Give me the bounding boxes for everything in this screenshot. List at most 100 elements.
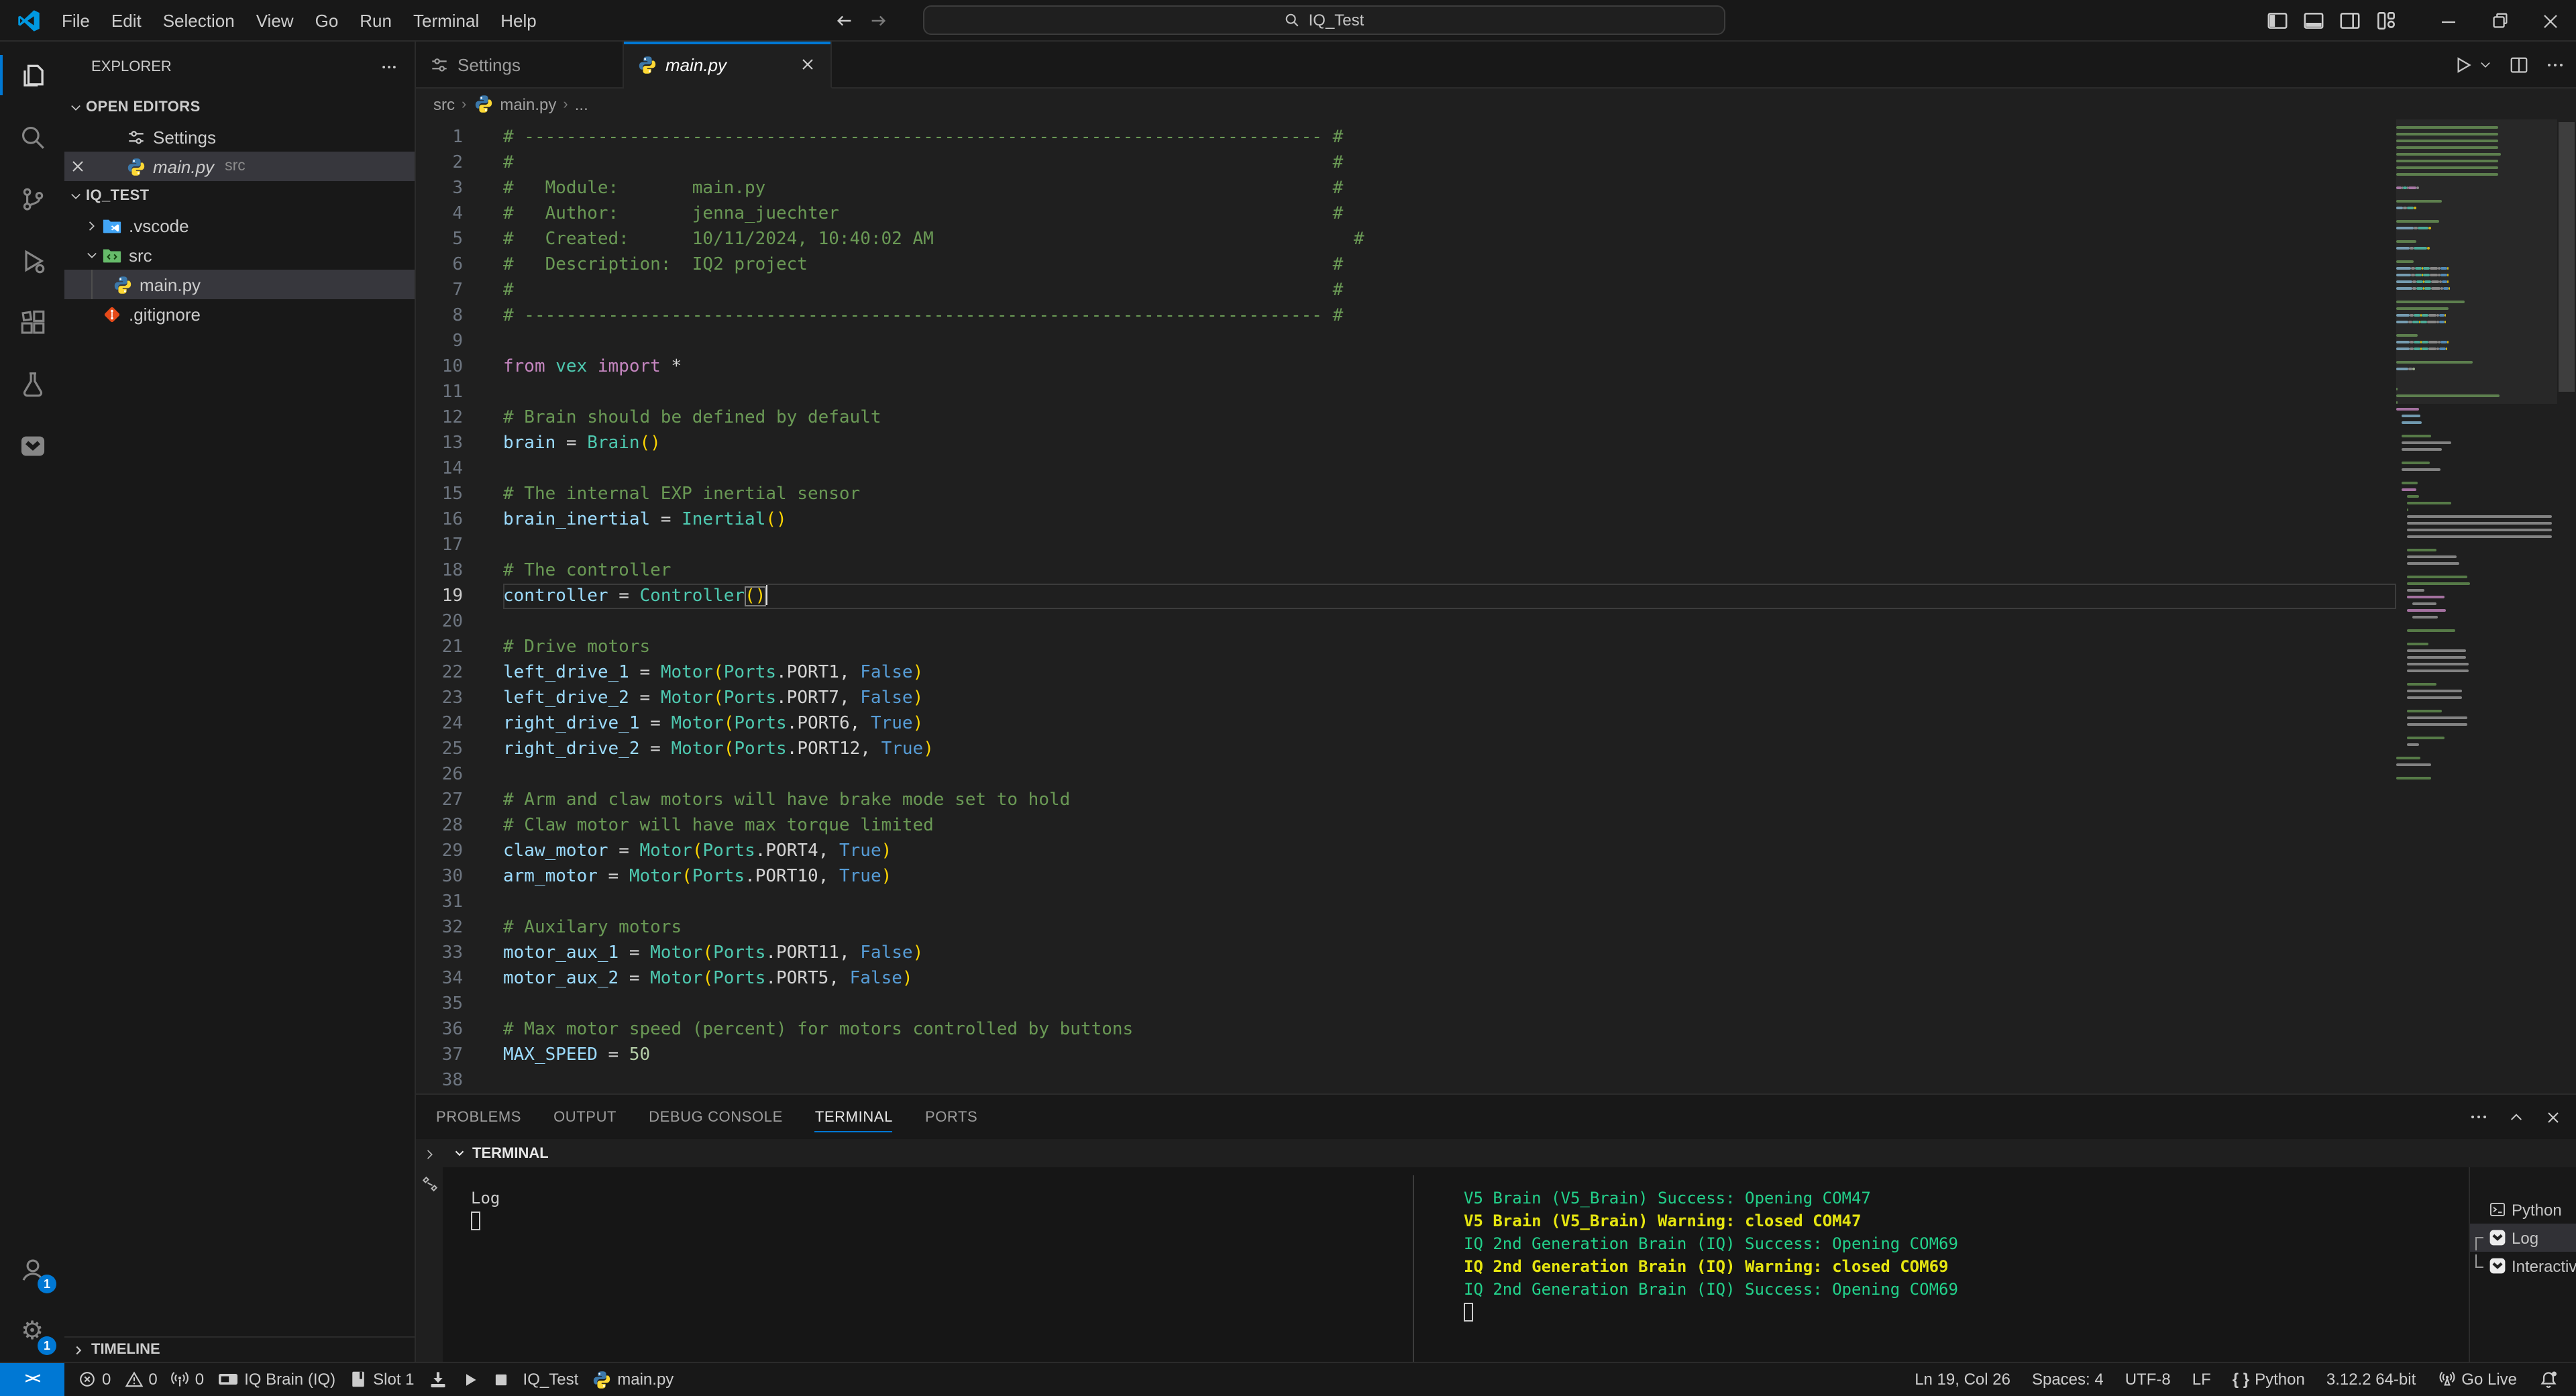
ellipsis-button[interactable] <box>2469 1107 2489 1127</box>
status-utf-8[interactable]: UTF-8 <box>2118 1371 2178 1389</box>
code-line[interactable]: MAX_SPEED = 50 <box>503 1042 2396 1068</box>
restore-button[interactable] <box>2474 0 2525 42</box>
code-line[interactable]: from vex import * <box>503 354 2396 380</box>
editor-scrollbar[interactable] <box>2557 119 2576 1093</box>
activity-account[interactable]: 1 <box>0 1238 64 1300</box>
split-editor-button[interactable] <box>2509 55 2529 75</box>
terminal-list-item-python[interactable]: Python <box>2470 1195 2576 1224</box>
panel-tab-output[interactable]: OUTPUT <box>553 1095 616 1139</box>
tab-settings[interactable]: Settings <box>416 42 624 87</box>
code-line[interactable] <box>503 533 2396 558</box>
open-editor-settings[interactable]: Settings <box>64 122 415 152</box>
code-line[interactable] <box>503 456 2396 482</box>
code-line[interactable]: # Auxilary motors <box>503 915 2396 941</box>
tree-item-vscode[interactable]: .vscode <box>64 211 415 240</box>
activity-gear[interactable]: ⚙1 <box>0 1300 64 1362</box>
status-0[interactable]: 0 <box>117 1371 164 1389</box>
code-line[interactable]: # Max motor speed (percent) for motors c… <box>503 1017 2396 1042</box>
code-line[interactable] <box>503 991 2396 1017</box>
activity-search[interactable] <box>0 106 64 168</box>
code-line[interactable]: # Claw motor will have max torque limite… <box>503 813 2396 839</box>
menu-terminal[interactable]: Terminal <box>402 6 490 34</box>
code-line[interactable]: # The controller <box>503 558 2396 584</box>
close-icon[interactable] <box>68 157 87 176</box>
status-slot-1[interactable]: Slot 1 <box>342 1371 421 1389</box>
panel-tab-terminal[interactable]: TERMINAL <box>815 1095 893 1139</box>
code-line[interactable]: # # <box>503 278 2396 303</box>
chev-right-button[interactable] <box>422 1147 437 1162</box>
nav-back-icon[interactable] <box>835 11 855 31</box>
vex-connect-button[interactable] <box>421 1175 438 1193</box>
code-line[interactable] <box>503 1068 2396 1093</box>
activity-extensions[interactable] <box>0 291 64 353</box>
status-main-py[interactable]: main.py <box>585 1370 680 1390</box>
activity-beaker[interactable] <box>0 353 64 415</box>
section-workspace[interactable]: IQ_TEST <box>64 181 415 211</box>
layout-panel-button[interactable] <box>2296 0 2332 42</box>
menu-edit[interactable]: Edit <box>101 6 152 34</box>
section-open-editors[interactable]: OPEN EDITORS <box>64 93 415 122</box>
close-button[interactable] <box>2544 1108 2563 1126</box>
status-spaces-4[interactable]: Spaces: 4 <box>2025 1371 2110 1389</box>
status-download[interactable] <box>421 1370 455 1390</box>
code-line[interactable]: # --------------------------------------… <box>503 125 2396 150</box>
close-tab-button[interactable] <box>798 55 817 74</box>
command-center[interactable]: IQ_Test <box>923 5 1725 35</box>
activity-run-debug[interactable] <box>0 229 64 291</box>
code-line[interactable] <box>503 609 2396 635</box>
code-line[interactable]: # The internal EXP inertial sensor <box>503 482 2396 507</box>
layout-sidebar-right-button[interactable] <box>2332 0 2368 42</box>
tree-item-gitignore[interactable]: .gitignore <box>64 299 415 329</box>
code-line[interactable]: claw_motor = Motor(Ports.PORT4, True) <box>503 839 2396 864</box>
menu-file[interactable]: File <box>51 6 101 34</box>
timeline-section[interactable]: TIMELINE <box>64 1336 415 1362</box>
status-iq_test[interactable]: IQ_Test <box>517 1371 586 1389</box>
code-line[interactable]: controller = Controller() <box>503 584 2396 609</box>
ellipsis-button[interactable] <box>2545 55 2565 75</box>
remote-indicator[interactable]: >< <box>0 1363 64 1396</box>
code-line[interactable] <box>503 380 2396 405</box>
tab-main-py[interactable]: main.py <box>624 42 832 89</box>
terminal-pane-output[interactable]: V5 Brain (V5_Brain) Success: Opening COM… <box>1414 1167 2469 1362</box>
code-line[interactable]: brain_inertial = Inertial() <box>503 507 2396 533</box>
tree-item-main.py[interactable]: main.py <box>64 270 415 299</box>
chev-up-button[interactable] <box>2508 1108 2525 1126</box>
activity-files[interactable] <box>0 44 64 106</box>
status-ln-19-col-26[interactable]: Ln 19, Col 26 <box>1908 1371 2017 1389</box>
code-line[interactable]: # Brain should be defined by default <box>503 405 2396 431</box>
status-0[interactable]: 0 <box>71 1371 117 1389</box>
code-line[interactable]: motor_aux_2 = Motor(Ports.PORT5, False) <box>503 966 2396 991</box>
chevron-down-icon[interactable] <box>452 1146 467 1161</box>
minimap-slider[interactable] <box>2396 119 2557 404</box>
menu-selection[interactable]: Selection <box>152 6 246 34</box>
menu-view[interactable]: View <box>246 6 305 34</box>
status-python[interactable]: { }Python <box>2226 1371 2312 1389</box>
close-win-button[interactable] <box>2525 0 2576 42</box>
status-bell[interactable] <box>2532 1370 2565 1390</box>
menu-run[interactable]: Run <box>349 6 402 34</box>
code-line[interactable]: left_drive_1 = Motor(Ports.PORT1, False) <box>503 660 2396 686</box>
code-line[interactable] <box>503 890 2396 915</box>
code-line[interactable]: arm_motor = Motor(Ports.PORT10, True) <box>503 864 2396 890</box>
status-go-live[interactable]: Go Live <box>2430 1371 2524 1389</box>
code-line[interactable]: # Description: IQ2 project # <box>503 252 2396 278</box>
status-iq-brain-iq-[interactable]: IQ Brain (IQ) <box>211 1369 342 1391</box>
code-line[interactable]: motor_aux_1 = Motor(Ports.PORT11, False) <box>503 941 2396 966</box>
code-line[interactable]: # Arm and claw motors will have brake mo… <box>503 788 2396 813</box>
code-line[interactable]: # Created: 10/11/2024, 10:40:02 AM # <box>503 227 2396 252</box>
code-line[interactable]: # Module: main.py # <box>503 176 2396 201</box>
minimap[interactable] <box>2396 119 2557 1093</box>
code-line[interactable]: brain = Brain() <box>503 431 2396 456</box>
breadcrumb-item[interactable]: src <box>433 95 455 113</box>
menu-help[interactable]: Help <box>490 6 547 34</box>
layout-customize-button[interactable] <box>2368 0 2404 42</box>
terminal-pane-log[interactable]: Log <box>443 1167 1413 1362</box>
minimize-button[interactable] <box>2423 0 2474 42</box>
run-button[interactable] <box>2453 55 2473 75</box>
activity-vex[interactable] <box>0 415 64 476</box>
scrollbar-thumb[interactable] <box>2559 122 2575 392</box>
activity-source-control[interactable] <box>0 168 64 229</box>
code-line[interactable] <box>503 762 2396 788</box>
panel-tab-debug-console[interactable]: DEBUG CONSOLE <box>649 1095 783 1139</box>
code-line[interactable]: # Author: jenna_juechter # <box>503 201 2396 227</box>
